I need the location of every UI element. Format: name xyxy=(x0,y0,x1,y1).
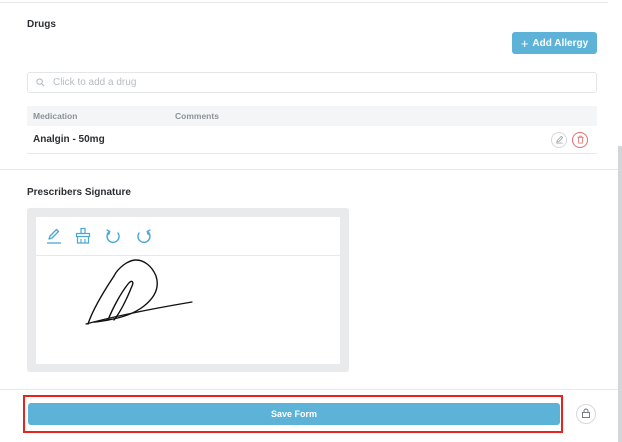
pencil-icon xyxy=(555,131,564,149)
drugs-table-header: Medication Comments xyxy=(27,106,597,126)
drugs-section-title: Drugs xyxy=(27,19,56,30)
lock-icon xyxy=(581,405,591,423)
column-header-comments: Comments xyxy=(175,111,219,121)
redo-icon[interactable] xyxy=(135,227,153,245)
medication-cell: Analgin - 50mg xyxy=(33,134,105,145)
signature-toolbar xyxy=(36,217,340,256)
search-icon xyxy=(36,78,45,87)
scrollbar[interactable] xyxy=(618,146,622,442)
column-header-medication: Medication xyxy=(33,111,78,121)
delete-button[interactable] xyxy=(572,132,588,148)
brush-icon[interactable] xyxy=(74,227,92,245)
add-allergy-label: Add Allergy xyxy=(532,37,589,49)
signature-pad-frame xyxy=(27,208,349,372)
drug-search-placeholder: Click to add a drug xyxy=(53,77,137,88)
drug-search-input[interactable]: Click to add a drug xyxy=(27,72,597,93)
section-divider xyxy=(0,169,618,170)
edit-button[interactable] xyxy=(551,132,567,148)
top-divider xyxy=(0,2,608,3)
signature-drawing xyxy=(85,259,193,325)
signature-canvas[interactable] xyxy=(36,256,340,364)
add-allergy-button[interactable]: + Add Allergy xyxy=(512,32,597,54)
plus-icon: + xyxy=(520,35,529,51)
table-row: Analgin - 50mg xyxy=(27,126,597,154)
lock-button[interactable] xyxy=(576,404,596,424)
undo-icon[interactable] xyxy=(104,227,122,245)
pen-icon[interactable] xyxy=(45,227,63,245)
save-form-button[interactable]: Save Form xyxy=(28,403,560,425)
footer-divider xyxy=(0,389,618,390)
signature-pad xyxy=(36,217,340,364)
signature-section-title: Prescribers Signature xyxy=(27,187,131,198)
trash-icon xyxy=(576,131,585,149)
